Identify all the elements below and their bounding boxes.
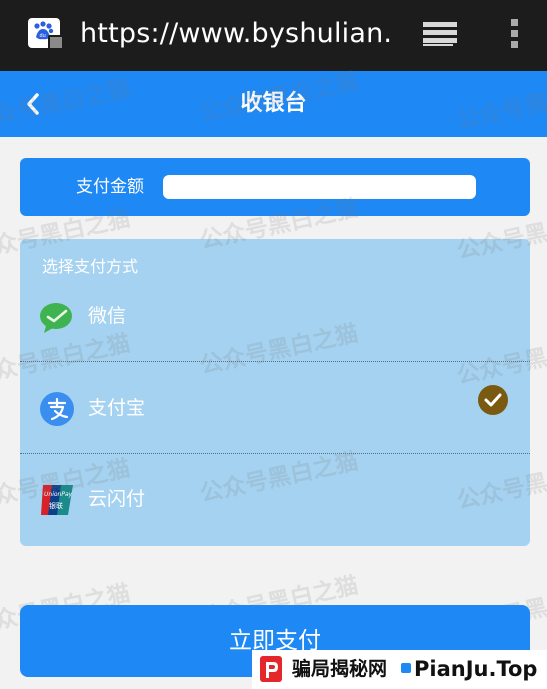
tabs-stack-icon[interactable]	[421, 19, 459, 49]
payment-option-label: 微信	[88, 305, 127, 327]
payment-option-label: 云闪付	[88, 488, 146, 510]
svg-text:UnionPay: UnionPay	[44, 491, 73, 498]
badge-dot	[401, 663, 411, 673]
payment-method-panel: 选择支付方式 微信 支付宝 UnionPay 银联 云闪付	[20, 239, 530, 546]
app-header: 收银台	[0, 71, 547, 137]
amount-input[interactable]	[163, 175, 476, 199]
payment-option-alipay[interactable]: 支付宝	[20, 362, 530, 454]
amount-label: 支付金额	[76, 177, 144, 197]
badge-cn-text: 骗局揭秘网	[292, 658, 388, 680]
payment-option-unionpay[interactable]: UnionPay 银联 云闪付	[20, 454, 530, 546]
svg-text:银联: 银联	[49, 501, 63, 510]
pianju-logo-icon	[260, 656, 282, 682]
unionpay-icon: UnionPay 银联	[41, 485, 73, 515]
page-title: 收银台	[240, 91, 307, 116]
url-text[interactable]: https://www.byshulian.co	[80, 14, 392, 54]
check-circle-icon	[478, 385, 508, 415]
site-badge: 骗局揭秘网 PianJu.Top	[252, 650, 547, 689]
alipay-icon	[40, 392, 74, 426]
amount-row: 支付金额	[20, 158, 530, 216]
payment-option-wechat[interactable]: 微信	[20, 289, 530, 362]
kebab-menu-icon[interactable]	[510, 18, 520, 50]
chevron-left-icon[interactable]	[20, 87, 46, 121]
payment-method-heading: 选择支付方式	[42, 257, 139, 276]
wechat-icon	[40, 303, 72, 333]
badge-en-text: PianJu.Top	[414, 657, 538, 681]
lock-icon	[48, 35, 64, 50]
payment-option-label: 支付宝	[88, 397, 146, 419]
svg-text:du: du	[40, 33, 46, 39]
site-favicon: du	[28, 18, 64, 50]
browser-url-bar: du https://www.byshulian.co	[0, 0, 547, 71]
